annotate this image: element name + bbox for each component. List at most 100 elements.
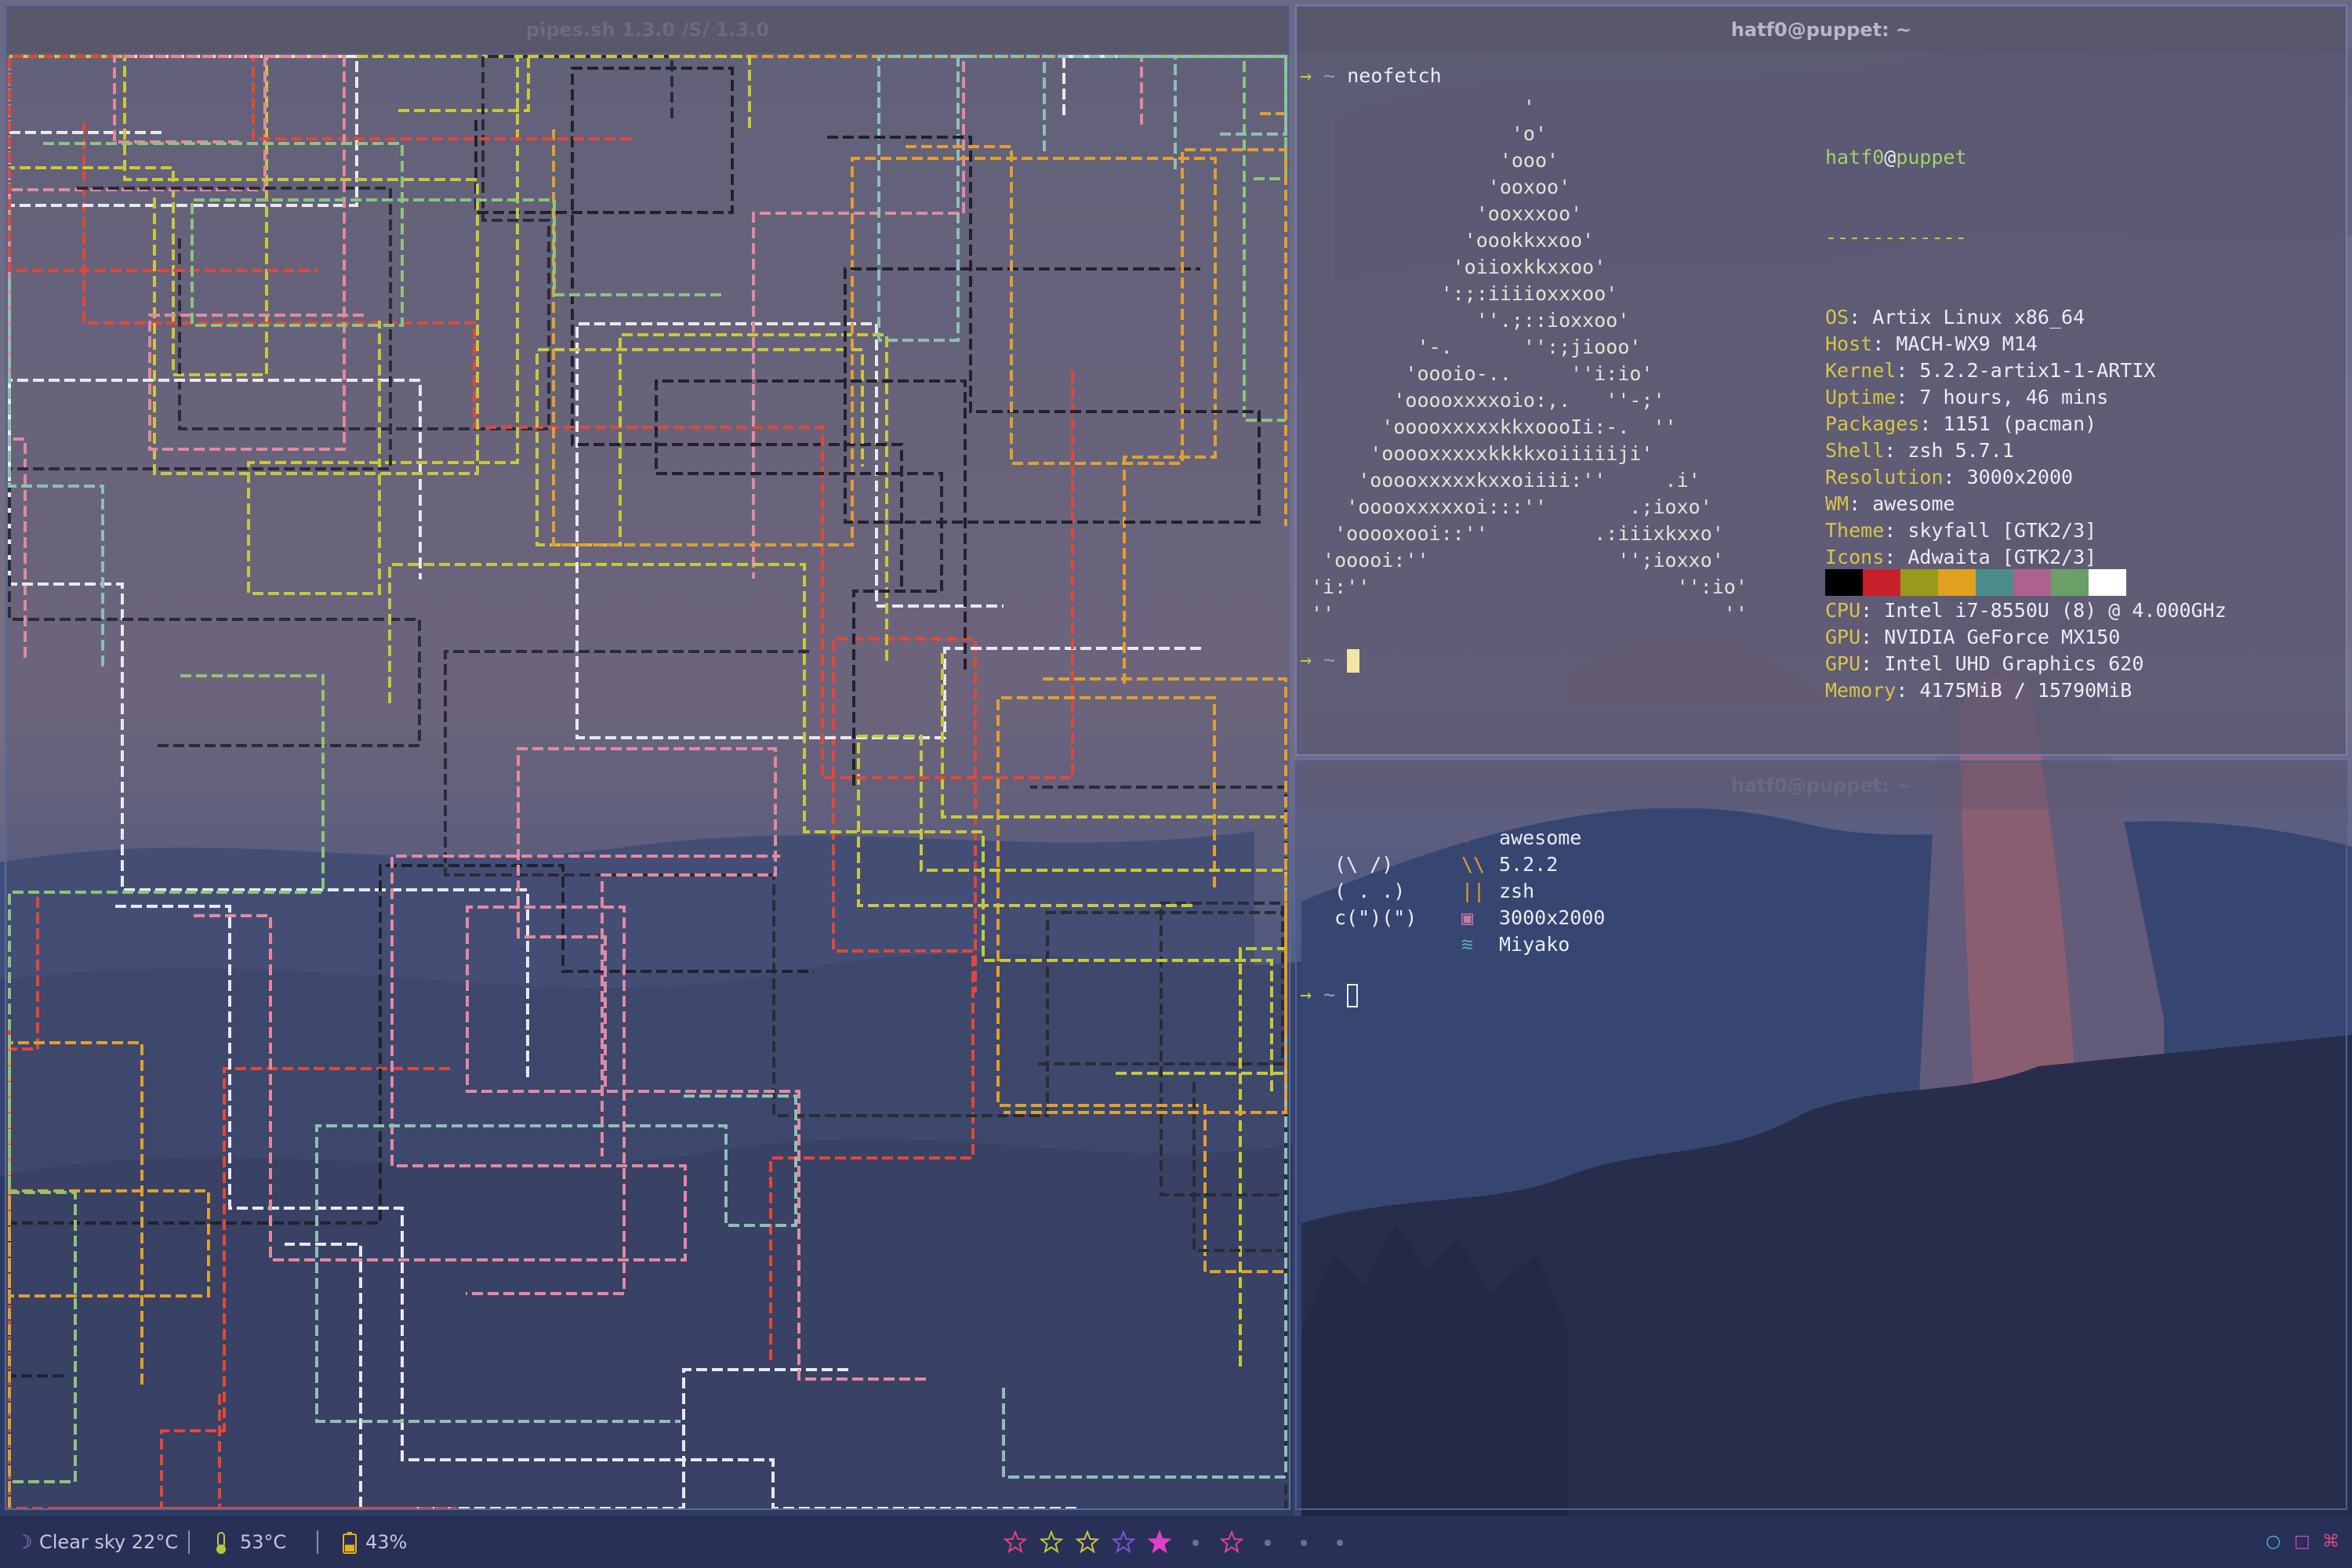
neofetch-terminal-window[interactable]: hatf0@puppet: ~ → ~ neofetch ' 'o' 'ooo'… [1295, 5, 2347, 756]
user-host: hatf0@puppet [1825, 144, 2227, 171]
fetch-row: ♡ awesome [1461, 825, 1605, 851]
bunny-line: (\ /) [1334, 853, 1394, 876]
info-key: Kernel [1825, 359, 1896, 382]
info-key: Resolution [1825, 466, 1944, 488]
fetch-value: Miyako [1499, 933, 1570, 956]
info-value: MACH-WX9 M14 [1896, 332, 2038, 355]
palette-swatch [1938, 569, 1976, 596]
tag-star-icon[interactable] [1040, 1530, 1063, 1554]
info-row: OS: Artix Linux x86_64 [1825, 306, 2085, 328]
pipe-segment [444, 650, 1286, 1117]
battery-level[interactable]: 43% [365, 1516, 407, 1568]
terminal-body[interactable]: → ~ neofetch ' 'o' 'ooo' 'ooxoo' 'ooxxxo… [1297, 53, 2346, 754]
info-row: Uptime: 7 hours, 46 mins [1825, 386, 2109, 408]
info-value: Adwaita [GTK2/3] [1907, 546, 2097, 568]
pipe-segment [178, 55, 673, 430]
tag-star-icon[interactable] [1076, 1530, 1099, 1554]
ascii-line: 'i:'' '':io' [1311, 575, 1748, 598]
wifi-icon: ≋ [1461, 933, 1474, 956]
fetch-row: ▣ 3000x2000 [1461, 905, 1605, 931]
info-key: CPU [1825, 599, 1861, 622]
info-value: Intel UHD Graphics 620 [1884, 652, 2144, 675]
prompt-line[interactable]: → ~ [1300, 647, 1360, 673]
fetch-info-list: ♡ awesome \\ 5.2.2 || zsh ▣ 3000x2000 ≋ Miyako [1461, 825, 1605, 958]
weather-widget[interactable]: Clear sky 22°C [39, 1516, 178, 1568]
tag-star-icon[interactable] [1220, 1530, 1243, 1554]
prompt-arrow-icon: → [1300, 983, 1312, 1006]
info-row: Icons: Adwaita [GTK2/3] [1825, 546, 2097, 568]
info-separator: ------------ [1825, 226, 1967, 249]
ascii-line: ':;:iiiioxxxoo' [1311, 282, 1618, 305]
fetch-value: 5.2.2 [1499, 853, 1559, 876]
pipe-segment [1043, 55, 1286, 169]
pipe-segment [8, 674, 325, 1483]
pipe-segment [827, 136, 1261, 524]
pipe-segment [9, 55, 530, 376]
pipe-segment [43, 142, 724, 327]
text-cursor [1347, 649, 1360, 673]
pipe-segment [996, 696, 1287, 1273]
info-value: 5.2.2-artix1-1-ARTIX [1919, 359, 2156, 382]
fetch-value: zsh [1499, 880, 1535, 902]
ascii-line: 'oookkxxoo' [1311, 229, 1595, 252]
info-key: Packages [1825, 412, 1920, 435]
info-value: skyfall [GTK2/3] [1907, 519, 2097, 542]
pipes-terminal-window[interactable]: pipes.sh 1.3.0 /S/ 1.3.0 [5, 5, 1290, 1510]
window-titlebar[interactable]: pipes.sh 1.3.0 /S/ 1.3.0 [6, 6, 1289, 53]
palette-swatch [2051, 569, 2089, 596]
tag-empty-dot[interactable] [1192, 1540, 1199, 1546]
pipe-segment [752, 55, 1143, 579]
ascii-line: 'ooooxxxxxkkkkxoiiiiiji' [1311, 442, 1653, 465]
system-info: hatf0@puppet ------------ OS: Artix Linu… [1825, 91, 2227, 754]
info-row: CPU: Intel i7-8550U (8) @ 4.000GHz [1825, 599, 2227, 622]
pipe-segment [666, 55, 1287, 115]
info-list: OS: Artix Linux x86_64 Host: MACH-WX9 M14… [1825, 304, 2227, 704]
fetch-row: ≋ Miyako [1461, 931, 1605, 958]
window-titlebar[interactable]: hatf0@puppet: ~ [1297, 6, 2346, 53]
pipe-segment [1030, 786, 1287, 1196]
ascii-line: 'ooooi:'' '';ioxxo' [1311, 549, 1724, 572]
bunny-ascii-art: (\ /) ( . .) c(")(") [1334, 851, 1417, 931]
fetch-terminal-window[interactable]: hatf0@puppet: ~ (\ /) ( . .) c(")(") ♡ awes… [1295, 760, 2347, 1510]
prompt-line[interactable]: → ~ [1300, 982, 1359, 1008]
hostname: puppet [1896, 146, 1967, 169]
prompt-arrow-icon: → [1300, 648, 1312, 671]
info-key: Memory [1825, 679, 1896, 702]
cpu-temperature[interactable]: 53°C [240, 1516, 286, 1568]
tag-star-icon[interactable] [1112, 1530, 1135, 1554]
info-key: Theme [1825, 519, 1885, 542]
terminal-body[interactable]: (\ /) ( . .) c(")(") ♡ awesome \\ 5.2.2 || zsh ▣… [1297, 809, 2346, 1508]
ascii-line: 'o' [1311, 122, 1548, 145]
tag-empty-dot[interactable] [1337, 1540, 1343, 1546]
ascii-line: 'ooooxxxxxoi:::'' .;ioxo' [1311, 495, 1712, 518]
layout-icon[interactable]: □ [2294, 1516, 2310, 1568]
info-key: GPU [1825, 652, 1861, 675]
pipe-segment [941, 648, 1287, 1367]
pipe-segment [8, 1041, 210, 1508]
info-key: Uptime [1825, 386, 1896, 408]
info-key: Host [1825, 332, 1873, 355]
info-key: GPU [1825, 626, 1861, 648]
tag-empty-dot[interactable] [1265, 1540, 1271, 1546]
layout-icon[interactable]: ○ [2266, 1516, 2281, 1568]
prompt-arrow-icon: → [1300, 64, 1312, 87]
terminal-body[interactable] [6, 53, 1289, 1508]
palette-swatch [2013, 569, 2051, 596]
tag-empty-dot[interactable] [1301, 1540, 1307, 1546]
window-titlebar[interactable]: hatf0@puppet: ~ [1297, 762, 2346, 809]
info-row: Shell: zsh 5.7.1 [1825, 439, 2014, 462]
bar-divider [188, 1530, 190, 1554]
status-bar: ☽ Clear sky 22°C 53°C 43% ○ □ ⌘ [0, 1516, 2352, 1568]
ascii-line: '' '' [1311, 602, 1748, 625]
ascii-line: 'ooooxxxxxkkxoooIi:-. '' [1311, 416, 1677, 438]
pipe-segment [575, 322, 1201, 739]
pipe-segment [466, 906, 926, 1381]
tag-star-icon[interactable] [1004, 1530, 1027, 1554]
pipe-segment [194, 855, 780, 1261]
tag-star-icon[interactable] [1148, 1530, 1171, 1554]
pipe-segment [8, 897, 39, 1339]
ascii-line: 'ooxxxoo' [1311, 202, 1583, 225]
bar-divider [317, 1530, 318, 1554]
pipe-segment [769, 637, 977, 1360]
layout-icon[interactable]: ⌘ [2322, 1516, 2339, 1568]
